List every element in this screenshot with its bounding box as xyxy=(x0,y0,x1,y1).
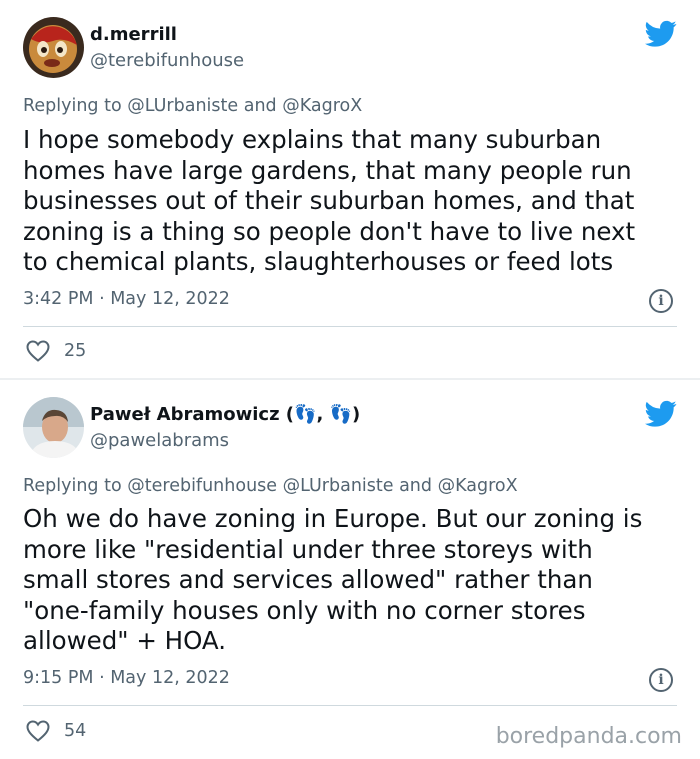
tweet-timestamp[interactable]: 3:42 PM · May 12, 2022 xyxy=(23,289,230,309)
replying-to: Replying to @terebifunhouse @LUrbaniste … xyxy=(23,476,518,496)
divider xyxy=(23,705,677,706)
heart-icon xyxy=(26,720,50,742)
tweet-timestamp[interactable]: 9:15 PM · May 12, 2022 xyxy=(23,668,230,688)
display-name[interactable]: Paweł Abramowicz (👣, 👣) xyxy=(90,404,360,425)
user-handle[interactable]: @terebifunhouse xyxy=(90,50,244,71)
tweet-text: I hope somebody explains that many subur… xyxy=(23,125,636,276)
divider xyxy=(23,326,677,327)
like-count: 25 xyxy=(64,341,87,361)
user-handle[interactable]: @pawelabrams xyxy=(90,430,229,451)
tweet-text: Oh we do have zoning in Europe. But our … xyxy=(23,504,643,655)
twitter-bird-icon[interactable] xyxy=(645,400,677,428)
replying-to-prefix: Replying to xyxy=(23,476,122,496)
avatar-image xyxy=(23,397,84,458)
replying-to-handles[interactable]: @terebifunhouse @LUrbaniste and @KagroX xyxy=(127,476,517,496)
watermark: boredpanda.com xyxy=(495,724,682,749)
tweet-2: Paweł Abramowicz (👣, 👣) @pawelabrams Rep… xyxy=(0,380,700,759)
avatar[interactable] xyxy=(23,17,84,78)
replying-to: Replying to @LUrbaniste and @KagroX xyxy=(23,96,362,116)
like-button[interactable]: 54 xyxy=(26,720,86,742)
avatar-image xyxy=(23,17,84,78)
display-name[interactable]: d.merrill xyxy=(90,24,177,45)
like-button[interactable]: 25 xyxy=(26,340,86,362)
like-count: 54 xyxy=(64,721,87,741)
info-icon[interactable]: i xyxy=(649,668,673,692)
heart-icon xyxy=(26,340,50,362)
info-icon[interactable]: i xyxy=(649,289,673,313)
replying-to-prefix: Replying to xyxy=(23,96,122,116)
twitter-bird-icon[interactable] xyxy=(645,20,677,48)
avatar[interactable] xyxy=(23,397,84,458)
replying-to-handles[interactable]: @LUrbaniste and @KagroX xyxy=(127,96,362,116)
tweet-1: d.merrill @terebifunhouse Replying to @L… xyxy=(0,0,700,378)
